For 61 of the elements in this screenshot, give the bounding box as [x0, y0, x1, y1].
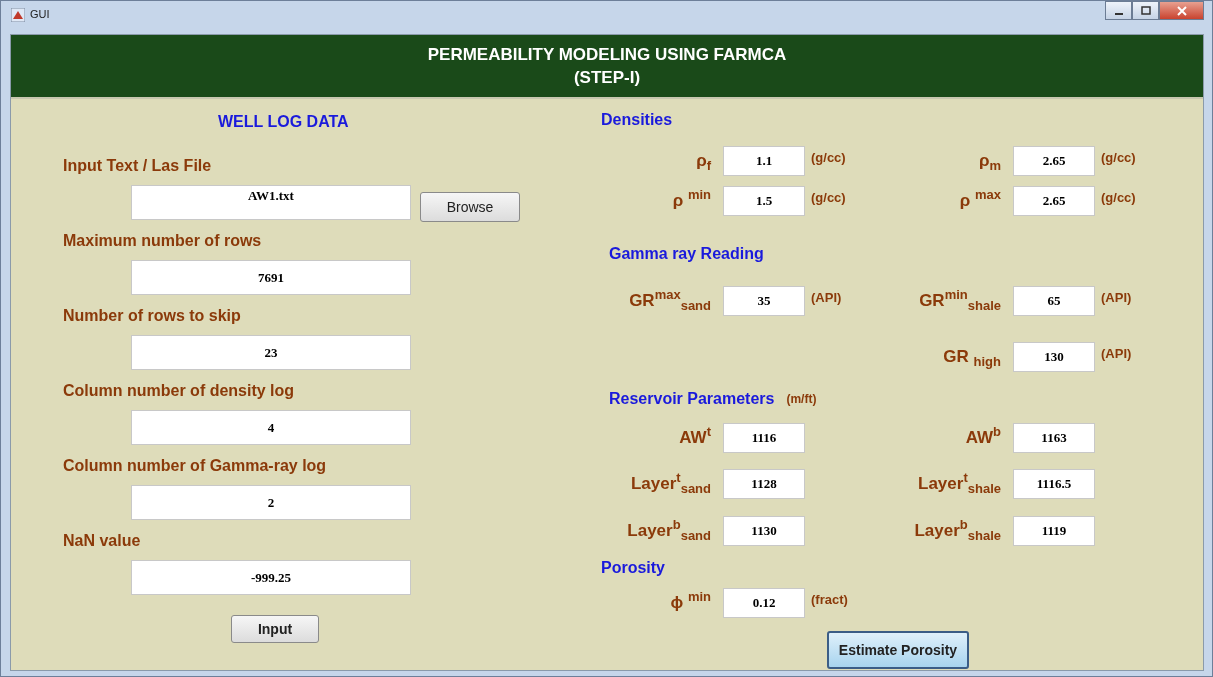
parameter-label: ϕ $^{min}$ [669, 593, 712, 613]
section-heading: Densities [601, 111, 673, 129]
parameter-label: AW$^{b}$ [964, 427, 1002, 448]
input-field[interactable]: 1119 [1013, 515, 1095, 546]
unit-label: (API) [1101, 290, 1132, 305]
app-title: PERMEABILITY MODELING USING FARMCA [427, 44, 787, 65]
input-field[interactable]: 2 [131, 485, 411, 520]
input-field[interactable]: 4 [131, 410, 411, 445]
input-field[interactable]: 1163 [1013, 422, 1095, 453]
unit-label: (g/cc) [811, 190, 846, 205]
app-subtitle: (STEP-I) [573, 67, 641, 88]
unit-label: (API) [811, 290, 842, 305]
unit-label: (g/cc) [811, 150, 846, 165]
field-label: Number of rows to skip [63, 307, 241, 325]
field-label: Column number of Gamma-ray log [63, 457, 327, 475]
parameter-label: ρ$_{m}$ [977, 151, 1002, 171]
estimate-porosity-button[interactable]: Estimate Porosity [827, 631, 969, 669]
input-button[interactable]: Input [231, 615, 319, 643]
section-heading: WELL LOG DATA [218, 113, 349, 131]
unit-label: (m/ft) [786, 392, 817, 406]
parameter-label: ρ $^{min}$ [671, 191, 712, 211]
input-field[interactable]: 1116 [723, 422, 805, 453]
unit-label: (fract) [811, 592, 848, 607]
input-field[interactable]: 2.65 [1013, 186, 1095, 216]
close-button[interactable] [1159, 1, 1204, 20]
close-icon [1176, 5, 1187, 16]
unit-label: (g/cc) [1101, 190, 1136, 205]
input-field[interactable]: 1116.5 [1013, 469, 1095, 499]
field-label: Column number of density log [63, 382, 295, 400]
input-field[interactable]: 7691 [131, 260, 411, 295]
field-label: Input Text / Las File [63, 157, 212, 175]
unit-label: (API) [1101, 346, 1132, 361]
parameter-label: ρ$_{f}$ [695, 151, 712, 171]
input-field[interactable]: 65 [1013, 286, 1095, 316]
section-heading: Porosity [601, 559, 665, 577]
input-field[interactable]: 0.12 [723, 588, 805, 618]
input-field[interactable]: 1.5 [723, 186, 805, 216]
input-field[interactable]: 2.65 [1013, 146, 1095, 176]
parameter-label: AW$^{t}$ [678, 427, 712, 448]
field-label: NaN value [63, 532, 141, 550]
input-field[interactable]: 1130 [723, 515, 805, 546]
input-field[interactable]: 1.1 [723, 146, 805, 176]
input-field[interactable]: 1128 [723, 469, 805, 499]
input-field[interactable]: 23 [131, 335, 411, 370]
parameter-label: GR $_{high}$ [942, 347, 1002, 367]
field-label: Maximum number of rows [63, 232, 262, 250]
maximize-icon [1140, 5, 1151, 16]
browse-button[interactable]: Browse [420, 192, 520, 222]
app-icon [11, 8, 25, 22]
section-heading: Reservoir Parameters [609, 390, 775, 408]
input-field[interactable]: AW1.txt [131, 185, 411, 220]
input-field[interactable]: -999.25 [131, 560, 411, 595]
section-heading: Gamma ray Reading [609, 245, 764, 263]
minimize-icon [1114, 12, 1123, 15]
unit-label: (g/cc) [1101, 150, 1136, 165]
parameter-label: ρ $^{max}$ [958, 191, 1002, 211]
input-field[interactable]: 130 [1013, 342, 1095, 372]
minimize-button[interactable] [1105, 1, 1132, 20]
input-field[interactable]: 35 [723, 286, 805, 316]
maximize-button[interactable] [1132, 1, 1159, 20]
window-title: GUI [30, 8, 50, 20]
